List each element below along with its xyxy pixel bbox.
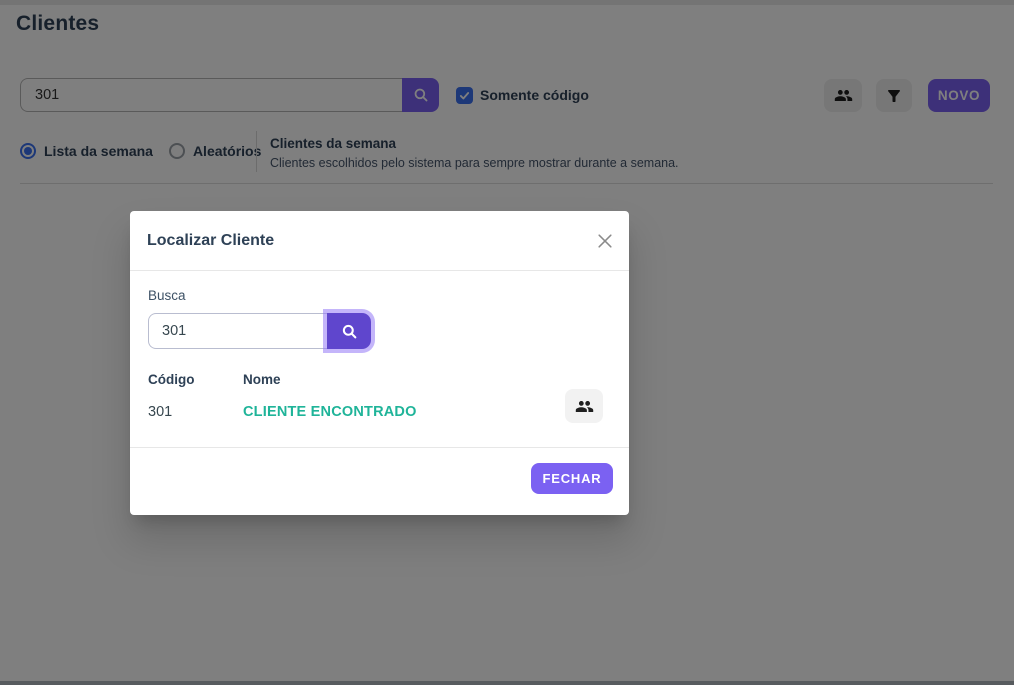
busca-label: Busca xyxy=(148,288,186,303)
modal-search-input[interactable] xyxy=(148,313,327,349)
bottom-edge-strip xyxy=(0,681,1014,685)
group-icon xyxy=(575,397,594,416)
modal-footer-divider xyxy=(130,447,629,448)
localizar-cliente-modal: Localizar Cliente Busca xyxy=(130,211,629,515)
magnifier-icon xyxy=(340,322,359,341)
app-viewport: Clientes Somente código xyxy=(0,0,1014,685)
fechar-button[interactable]: FECHAR xyxy=(531,463,613,494)
column-header-nome: Nome xyxy=(243,372,281,387)
modal-title: Localizar Cliente xyxy=(147,232,274,250)
modal-search-group xyxy=(148,313,371,349)
modal-header-divider xyxy=(130,270,629,271)
modal-close-button[interactable] xyxy=(593,229,617,253)
modal-header: Localizar Cliente xyxy=(130,211,629,270)
select-client-button[interactable] xyxy=(565,389,603,423)
modal-search-button[interactable] xyxy=(327,313,371,349)
column-header-codigo: Código xyxy=(148,372,195,387)
close-icon xyxy=(595,231,615,251)
result-row-nome: CLIENTE ENCONTRADO xyxy=(243,404,417,420)
result-row-codigo: 301 xyxy=(148,404,172,420)
